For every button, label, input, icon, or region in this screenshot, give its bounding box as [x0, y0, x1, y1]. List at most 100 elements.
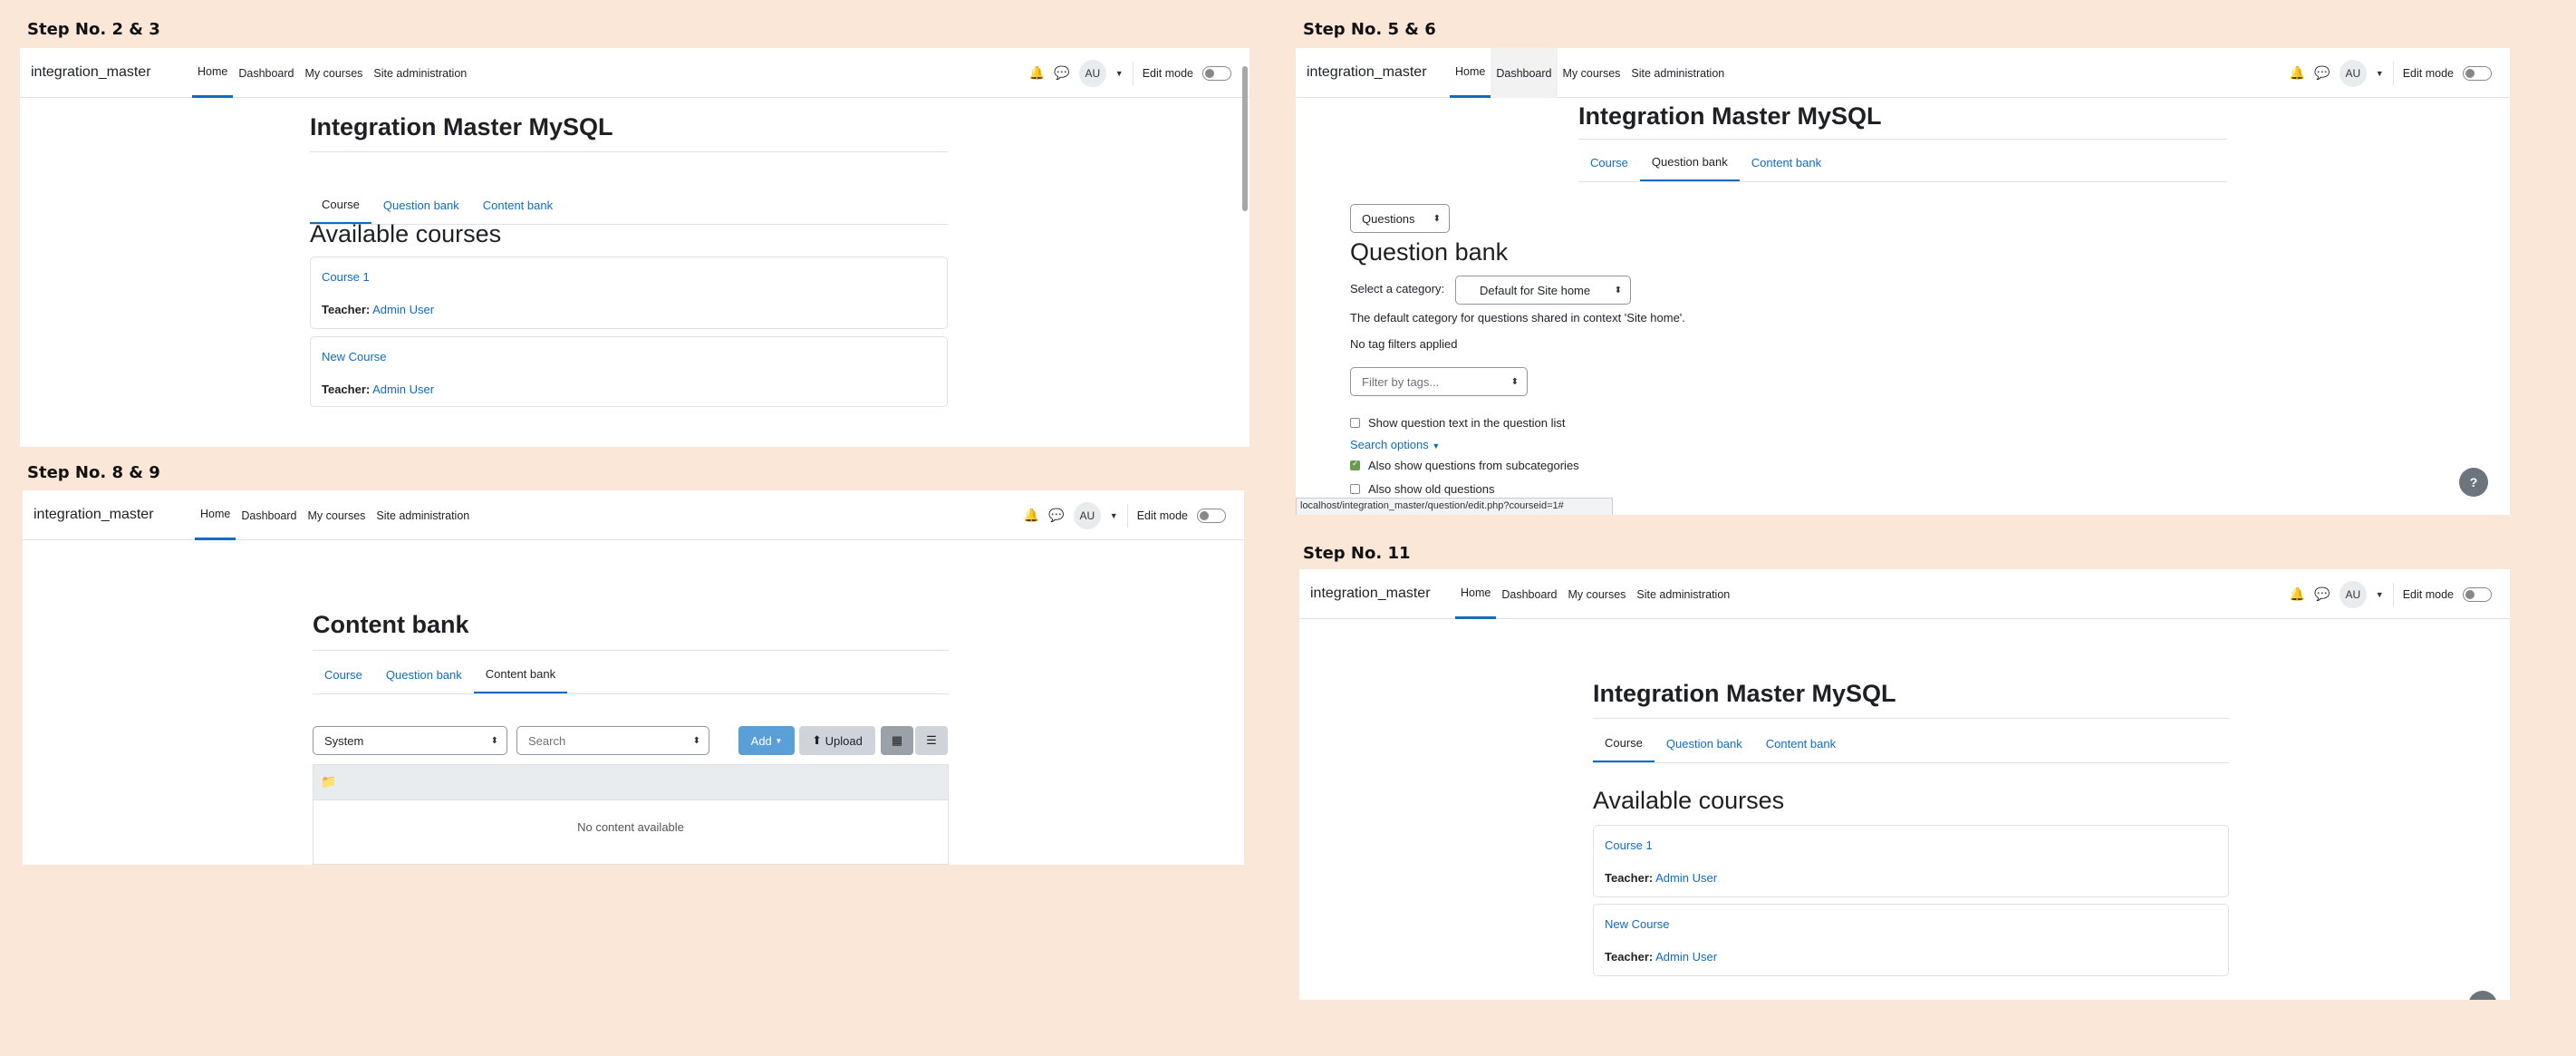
empty-message: No content available	[577, 820, 684, 834]
add-label: Add	[750, 733, 772, 748]
course-link[interactable]: New Course	[322, 350, 387, 363]
tab-bar: Course Question bank Content bank	[310, 187, 948, 225]
avatar[interactable]: AU	[2339, 59, 2367, 87]
subcategories-checkbox[interactable]	[1350, 459, 1360, 470]
site-brand[interactable]: integration_master	[1310, 586, 1431, 602]
navbar: integration_master Home Dashboard My cou…	[20, 48, 1249, 98]
tab-bar: Course Question bank Content bank	[1578, 144, 2227, 182]
message-icon[interactable]: 💬	[2314, 586, 2330, 602]
grid-view-button[interactable]: ▦	[881, 726, 913, 755]
upload-label: Upload	[825, 733, 863, 748]
tab-question-bank[interactable]: Question bank	[1639, 144, 1740, 181]
nav-my-courses[interactable]: My courses	[300, 48, 369, 98]
folder-icon: 📁	[321, 774, 337, 789]
tab-question-bank[interactable]: Question bank	[374, 656, 474, 693]
message-icon[interactable]: 💬	[1048, 508, 1064, 523]
tab-course[interactable]: Course	[1578, 144, 1640, 181]
bell-icon[interactable]: 🔔	[1029, 65, 1045, 81]
category-select[interactable]: Default for Site home	[1455, 276, 1631, 305]
tab-course[interactable]: Course	[1593, 725, 1655, 762]
category-description: The default category for questions share…	[1350, 311, 1685, 325]
course-link[interactable]: Course 1	[322, 270, 370, 284]
bell-icon[interactable]: 🔔	[1024, 508, 1039, 523]
tab-content-bank[interactable]: Content bank	[1740, 144, 1833, 181]
tab-question-bank[interactable]: Question bank	[1655, 725, 1754, 762]
edit-mode-toggle[interactable]	[2463, 586, 2492, 602]
bell-icon[interactable]: 🔔	[2290, 65, 2305, 81]
tab-course[interactable]: Course	[310, 187, 371, 224]
edit-mode-toggle[interactable]	[1202, 65, 1231, 81]
help-button[interactable]: ?	[2459, 468, 2488, 497]
divider	[313, 650, 949, 651]
tab-content-bank[interactable]: Content bank	[1754, 725, 1848, 762]
question-bank-nav-select[interactable]: Questions	[1350, 204, 1450, 233]
course-link[interactable]: Course 1	[1605, 838, 1653, 852]
tab-content-bank[interactable]: Content bank	[471, 187, 564, 224]
teacher-link[interactable]: Admin User	[372, 383, 434, 396]
divider	[1132, 61, 1134, 85]
message-icon[interactable]: 💬	[1054, 65, 1069, 81]
message-icon[interactable]: 💬	[2314, 65, 2330, 81]
upload-button[interactable]: ⬆ Upload	[799, 726, 875, 755]
panel-step-2-3: integration_master Home Dashboard My cou…	[20, 48, 1249, 447]
divider	[1593, 718, 2229, 719]
tab-course[interactable]: Course	[313, 656, 374, 693]
nav-home[interactable]: Home	[192, 48, 234, 98]
avatar[interactable]: AU	[2339, 580, 2367, 608]
teacher-label: Teacher:	[1605, 871, 1654, 885]
tag-filter-input[interactable]: Filter by tags...	[1350, 367, 1528, 396]
course-link[interactable]: New Course	[1605, 917, 1670, 931]
bell-icon[interactable]: 🔔	[2290, 586, 2305, 602]
tab-content-bank[interactable]: Content bank	[473, 656, 568, 693]
teacher-link[interactable]: Admin User	[1655, 871, 1717, 885]
list-icon: ☰	[926, 733, 937, 747]
chevron-down-icon[interactable]: ▼	[2376, 590, 2384, 599]
edit-mode-toggle[interactable]	[1197, 508, 1226, 523]
nav-home[interactable]: Home	[1455, 569, 1497, 619]
search-input[interactable]: Search	[516, 726, 709, 755]
add-button[interactable]: Add ▼	[738, 726, 795, 755]
grid-icon: ▦	[891, 733, 903, 747]
search-options-link[interactable]: Search options ▼	[1350, 438, 1440, 451]
navbar: integration_master Home Dashboard My cou…	[1299, 569, 2510, 619]
teacher-link[interactable]: Admin User	[1655, 950, 1717, 964]
divider	[310, 151, 948, 152]
context-select[interactable]: System	[313, 726, 507, 755]
nav-site-administration[interactable]: Site administration	[1631, 569, 1735, 619]
chevron-down-icon[interactable]: ▼	[1115, 69, 1124, 78]
nav-home[interactable]: Home	[195, 490, 236, 540]
nav-site-administration[interactable]: Site administration	[368, 48, 472, 98]
teacher-label: Teacher:	[322, 303, 371, 316]
chevron-down-icon[interactable]: ▼	[2376, 69, 2384, 78]
page-title: Content bank	[313, 611, 469, 638]
site-brand[interactable]: integration_master	[34, 507, 154, 523]
nav-my-courses[interactable]: My courses	[1558, 48, 1626, 98]
old-questions-checkbox[interactable]	[1350, 484, 1360, 494]
edit-mode-label: Edit mode	[2402, 587, 2454, 601]
nav-site-administration[interactable]: Site administration	[1626, 48, 1730, 98]
list-view-button[interactable]: ☰	[915, 726, 948, 755]
site-brand[interactable]: integration_master	[31, 64, 151, 81]
course-card: New Course Teacher: Admin User	[310, 336, 948, 407]
scrollbar[interactable]	[1242, 66, 1248, 211]
teacher-link[interactable]: Admin User	[372, 303, 434, 316]
avatar[interactable]: AU	[1073, 501, 1101, 529]
page-title: Integration Master MySQL	[310, 113, 613, 140]
nav-site-administration[interactable]: Site administration	[371, 490, 475, 540]
tab-question-bank[interactable]: Question bank	[371, 187, 471, 224]
chevron-down-icon[interactable]: ▼	[1110, 511, 1118, 520]
nav-my-courses[interactable]: My courses	[303, 490, 371, 540]
edit-mode-toggle[interactable]	[2463, 65, 2492, 81]
site-brand[interactable]: integration_master	[1307, 64, 1427, 81]
nav-home[interactable]: Home	[1450, 48, 1491, 98]
help-button[interactable]	[2468, 991, 2497, 1000]
nav-dashboard[interactable]: Dashboard	[233, 48, 299, 98]
step-label-2-3: Step No. 2 & 3	[27, 20, 160, 39]
nav-my-courses[interactable]: My courses	[1563, 569, 1632, 619]
tab-bar: Course Question bank Content bank	[313, 656, 949, 694]
avatar[interactable]: AU	[1078, 59, 1106, 87]
nav-dashboard[interactable]: Dashboard	[236, 490, 302, 540]
show-question-text-checkbox[interactable]	[1350, 418, 1360, 428]
nav-dashboard[interactable]: Dashboard	[1496, 569, 1562, 619]
nav-dashboard[interactable]: Dashboard	[1491, 48, 1558, 98]
